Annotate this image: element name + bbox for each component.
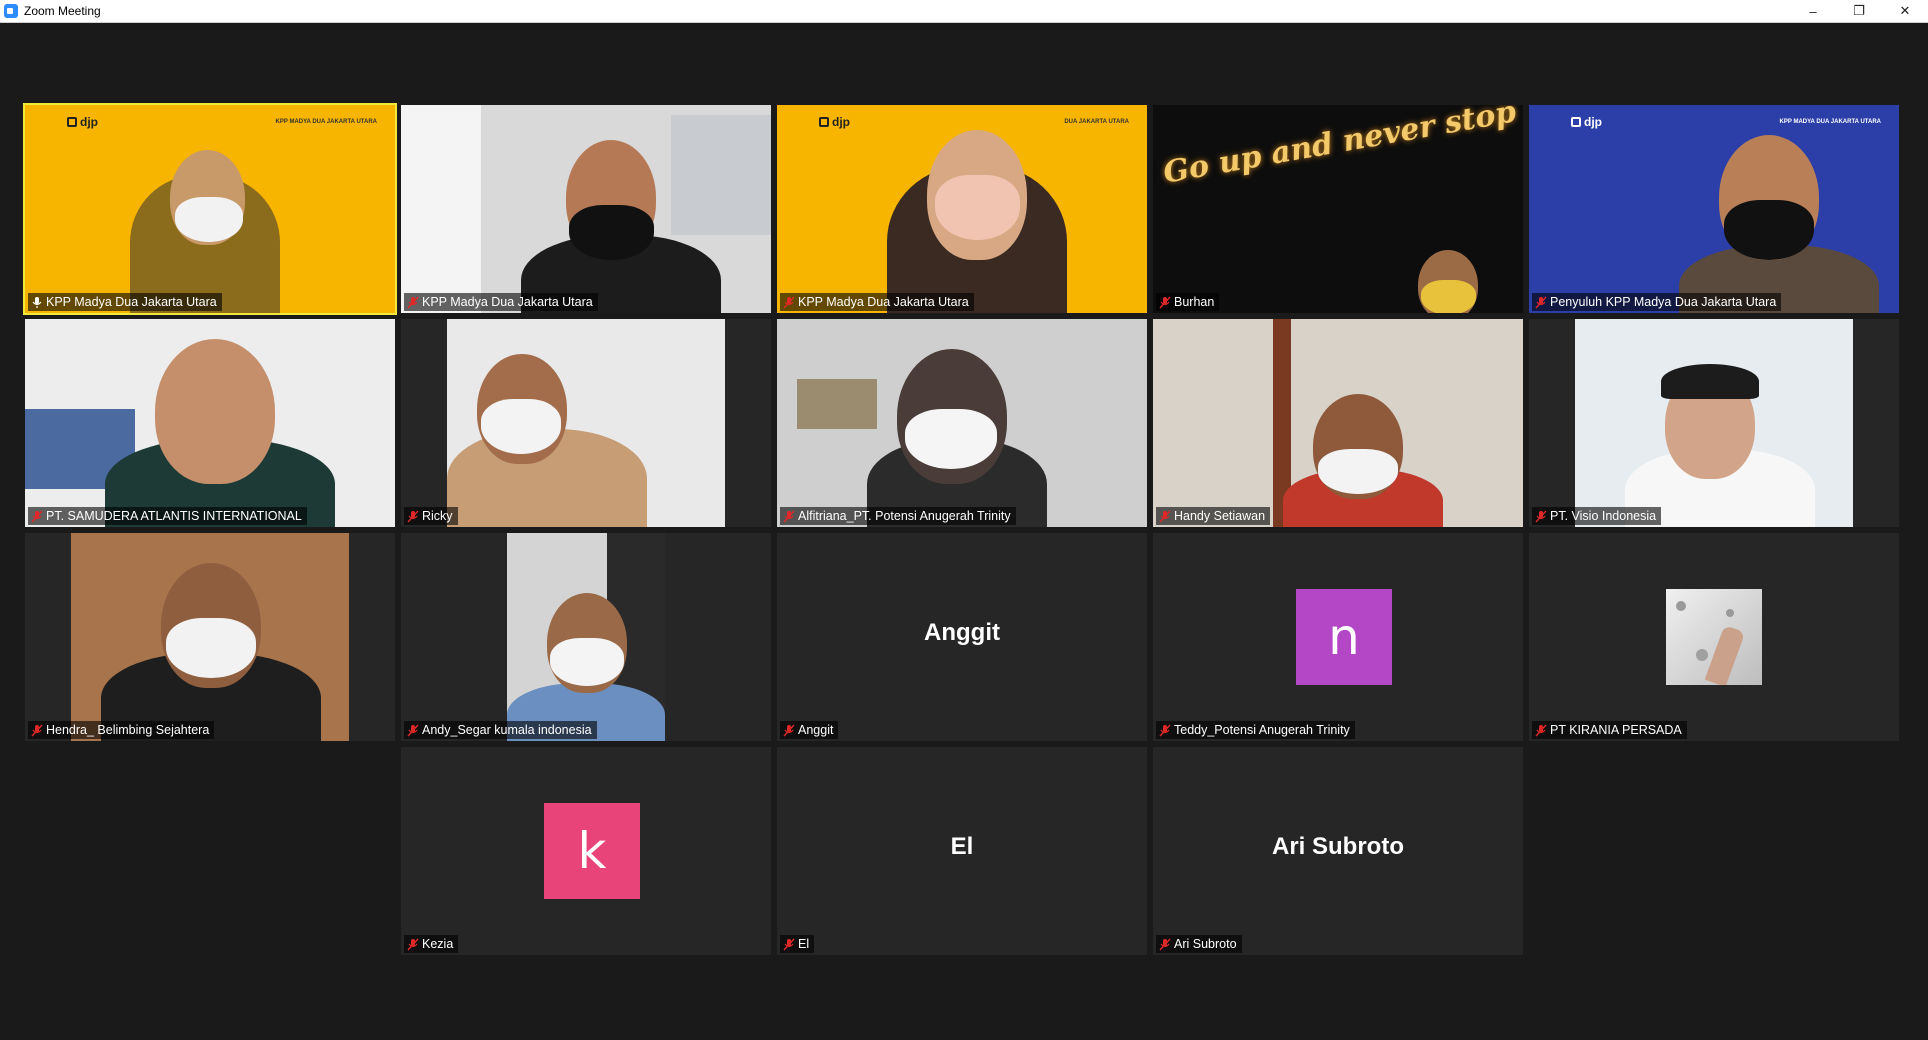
participant-name-label: KPP Madya Dua Jakarta Utara — [28, 293, 222, 311]
muted-mic-icon — [1535, 724, 1547, 736]
muted-mic-icon — [1159, 510, 1171, 522]
participant-video — [1153, 319, 1523, 527]
face-mask — [1724, 200, 1814, 260]
person-head — [155, 339, 275, 484]
participant-video — [25, 533, 395, 741]
participant-name-label: Ari Subroto — [1156, 935, 1242, 953]
participant-name-label: PT KIRANIA PERSADA — [1532, 721, 1687, 739]
participant-video: djp DUA JAKARTA UTARA — [777, 105, 1147, 313]
participant-name-label: Burhan — [1156, 293, 1220, 311]
muted-mic-icon — [31, 724, 43, 736]
window-controls: – ❐ ✕ — [1790, 0, 1928, 22]
participant-tile[interactable]: k Kezia — [401, 747, 771, 955]
kpp-tag: KPP MADYA DUA JAKARTA UTARA — [275, 119, 377, 125]
participant-tile[interactable]: djp KPP MADYA DUA JAKARTA UTARA Penyuluh… — [1529, 105, 1899, 313]
djp-logo: djp — [67, 115, 98, 129]
face-mask — [175, 197, 243, 242]
muted-mic-icon — [783, 510, 795, 522]
djp-logo: djp — [819, 115, 850, 129]
participant-name-label: PT. Visio Indonesia — [1532, 507, 1662, 525]
muted-mic-icon — [407, 724, 419, 736]
participant-name-label: Kezia — [404, 935, 459, 953]
participant-tile[interactable]: Anggit Anggit — [777, 533, 1147, 741]
muted-mic-icon — [783, 724, 795, 736]
restore-button[interactable]: ❐ — [1836, 0, 1882, 22]
participant-video — [401, 105, 771, 313]
participant-name-label: El — [780, 935, 815, 953]
participant-tile[interactable]: Go up and never stop Burhan — [1153, 105, 1523, 313]
muted-mic-icon — [1159, 296, 1171, 308]
participant-name-label: Penyuluh KPP Madya Dua Jakarta Utara — [1532, 293, 1782, 311]
participant-name-label: Ricky — [404, 507, 458, 525]
face-mask — [1318, 449, 1398, 494]
participant-name-label: Teddy_Potensi Anugerah Trinity — [1156, 721, 1355, 739]
participant-name-label: Alfitriana_PT. Potensi Anugerah Trinity — [780, 507, 1016, 525]
participant-video — [777, 319, 1147, 527]
close-button[interactable]: ✕ — [1882, 0, 1928, 22]
muted-mic-icon — [783, 938, 795, 950]
muted-mic-icon — [1159, 938, 1171, 950]
muted-mic-icon — [1535, 296, 1547, 308]
participant-name-label: Andy_Segar kumala indonesia — [404, 721, 597, 739]
participant-tile[interactable]: El El — [777, 747, 1147, 955]
window-titlebar: Zoom Meeting – ❐ ✕ — [0, 0, 1928, 23]
participant-video: djp KPP MADYA DUA JAKARTA UTARA — [25, 105, 395, 313]
participant-name-label: PT. SAMUDERA ATLANTIS INTERNATIONAL — [28, 507, 307, 525]
participant-name-label: KPP Madya Dua Jakarta Utara — [404, 293, 598, 311]
participant-display-name: Ari Subroto — [1272, 833, 1404, 860]
face-mask — [935, 175, 1020, 240]
participant-video: djp KPP MADYA DUA JAKARTA UTARA — [1529, 105, 1899, 313]
virtual-background-text: Go up and never stop — [1160, 105, 1519, 191]
face-mask — [1421, 280, 1476, 313]
kpp-tag: KPP MADYA DUA JAKARTA UTARA — [1779, 119, 1881, 125]
participant-tile[interactable]: PT. SAMUDERA ATLANTIS INTERNATIONAL — [25, 319, 395, 527]
muted-mic-icon — [407, 510, 419, 522]
window-title: Zoom Meeting — [24, 4, 101, 18]
participant-tile[interactable]: djp KPP MADYA DUA JAKARTA UTARA KPP Mady… — [23, 103, 397, 315]
gallery-view: djp KPP MADYA DUA JAKARTA UTARA KPP Mady… — [0, 23, 1928, 1040]
djp-logo: djp — [1571, 115, 1602, 129]
participant-tile[interactable]: Andy_Segar kumala indonesia — [401, 533, 771, 741]
participant-tile[interactable]: Alfitriana_PT. Potensi Anugerah Trinity — [777, 319, 1147, 527]
participant-tile[interactable]: Ari Subroto Ari Subroto — [1153, 747, 1523, 955]
avatar-photo — [1666, 589, 1762, 685]
participant-video: Go up and never stop — [1153, 105, 1523, 313]
participant-video — [25, 319, 395, 527]
participant-tile[interactable]: n Teddy_Potensi Anugerah Trinity — [1153, 533, 1523, 741]
muted-mic-icon — [783, 296, 795, 308]
participant-name-label: Hendra_ Belimbing Sejahtera — [28, 721, 215, 739]
participant-tile[interactable]: Ricky — [401, 319, 771, 527]
avatar: n — [1296, 589, 1392, 685]
mic-icon — [32, 296, 42, 308]
muted-mic-icon — [1159, 724, 1171, 736]
muted-mic-icon — [31, 510, 43, 522]
muted-mic-icon — [407, 938, 419, 950]
participant-video — [401, 319, 771, 527]
participant-tile[interactable]: KPP Madya Dua Jakarta Utara — [401, 105, 771, 313]
participant-video — [401, 533, 771, 741]
face-mask — [569, 205, 654, 260]
participant-name-label: Anggit — [780, 721, 839, 739]
avatar: k — [544, 803, 640, 899]
participant-tile[interactable]: Hendra_ Belimbing Sejahtera — [25, 533, 395, 741]
minimize-button[interactable]: – — [1790, 0, 1836, 22]
participant-display-name: Anggit — [924, 619, 1000, 646]
muted-mic-icon — [1535, 510, 1547, 522]
participant-video — [1529, 319, 1899, 527]
zoom-app-icon — [4, 4, 18, 18]
participant-tile[interactable]: PT. Visio Indonesia — [1529, 319, 1899, 527]
participant-tile[interactable]: djp DUA JAKARTA UTARA KPP Madya Dua Jaka… — [777, 105, 1147, 313]
kpp-tag: DUA JAKARTA UTARA — [1064, 119, 1129, 125]
participant-name-label: KPP Madya Dua Jakarta Utara — [780, 293, 974, 311]
face-mask — [905, 409, 997, 469]
participant-tile[interactable]: Handy Setiawan — [1153, 319, 1523, 527]
muted-mic-icon — [407, 296, 419, 308]
participant-display-name: El — [950, 833, 974, 860]
participant-name-label: Handy Setiawan — [1156, 507, 1271, 525]
participant-tile[interactable]: PT KIRANIA PERSADA — [1529, 533, 1899, 741]
